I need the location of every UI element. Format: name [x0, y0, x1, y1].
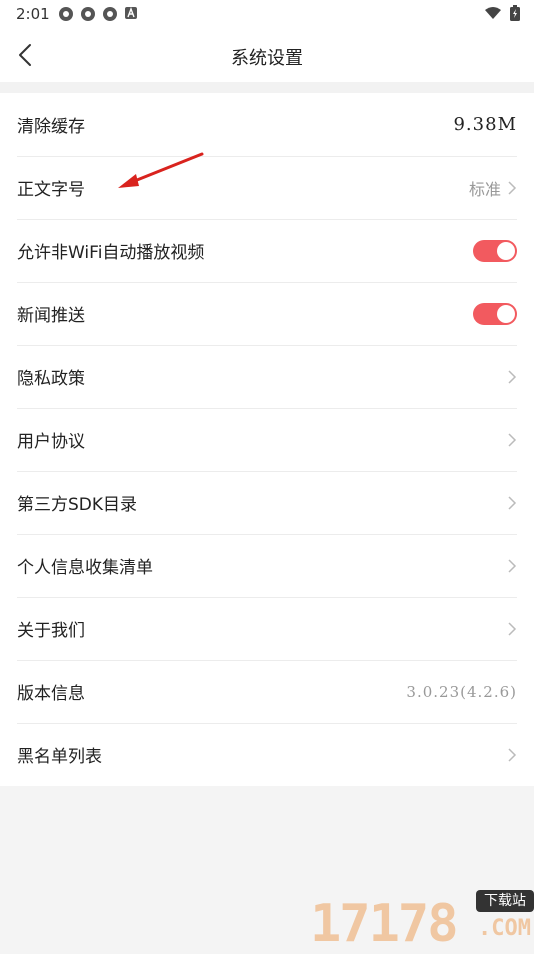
setting-label: 正文字号 [17, 180, 85, 200]
setting-right [473, 219, 517, 282]
chevron-right-icon [508, 747, 517, 762]
chevron-right-icon [508, 180, 517, 195]
setting-right [507, 408, 517, 471]
notification-icon [59, 7, 73, 21]
font-size-value: 标准 [468, 179, 501, 199]
chevron-right-icon [508, 369, 517, 384]
chevron-right-icon [508, 621, 517, 636]
watermark-logo: 17178 下载站 .COM [310, 888, 534, 954]
setting-label: 黑名单列表 [17, 747, 102, 767]
wifi-icon [485, 7, 501, 19]
watermark-digits: 17178 [310, 894, 459, 954]
setting-version: 版本信息 3.0.23(4.2.6) [17, 660, 517, 724]
chevron-right-icon [508, 432, 517, 447]
setting-right [507, 534, 517, 597]
version-value: 3.0.23(4.2.6) [406, 682, 517, 701]
chevron-right-icon [508, 558, 517, 573]
setting-about[interactable]: 关于我们 [17, 597, 517, 661]
watermark-suffix: .COM [478, 916, 531, 941]
setting-autoplay: 允许非WiFi自动播放视频 [17, 219, 517, 283]
setting-clear-cache[interactable]: 清除缓存 9.38M [17, 93, 517, 157]
setting-right: 9.38M [453, 93, 517, 156]
setting-label: 用户协议 [17, 432, 85, 452]
setting-label: 新闻推送 [17, 306, 85, 326]
setting-push: 新闻推送 [17, 282, 517, 346]
setting-label: 清除缓存 [17, 117, 85, 137]
battery-icon [510, 5, 520, 21]
setting-agreement[interactable]: 用户协议 [17, 408, 517, 472]
setting-right [473, 282, 517, 345]
setting-right: 标准 [469, 156, 517, 219]
settings-list: 清除缓存 9.38M 正文字号 标准 允许非WiFi自动播放视频 新闻推送 隐私… [0, 93, 534, 786]
status-bar: 2:01 [0, 0, 534, 28]
setting-right [507, 597, 517, 660]
cache-size-value: 9.38M [453, 114, 517, 135]
setting-label: 版本信息 [17, 684, 85, 704]
nav-bar: 系统设置 [0, 28, 534, 82]
setting-blacklist[interactable]: 黑名单列表 [17, 723, 517, 786]
status-left-icons [58, 6, 138, 22]
page-title: 系统设置 [231, 48, 303, 69]
setting-right [507, 723, 517, 786]
setting-sdk[interactable]: 第三方SDK目录 [17, 471, 517, 535]
setting-label: 个人信息收集清单 [17, 558, 153, 578]
setting-label: 隐私政策 [17, 369, 85, 389]
autoplay-toggle[interactable] [473, 239, 517, 262]
toggle-knob [497, 304, 515, 323]
status-right-icons [484, 5, 520, 21]
annotation-arrow-icon [118, 152, 204, 188]
section-divider [0, 82, 534, 93]
push-toggle[interactable] [473, 302, 517, 325]
a-badge-icon [125, 7, 137, 19]
setting-right: 3.0.23(4.2.6) [406, 660, 517, 723]
toggle-knob [497, 241, 515, 260]
chevron-right-icon [508, 495, 517, 510]
setting-label: 第三方SDK目录 [17, 495, 138, 515]
setting-font-size[interactable]: 正文字号 标准 [17, 156, 517, 220]
notification-icon [81, 7, 95, 21]
setting-right [507, 345, 517, 408]
setting-label: 允许非WiFi自动播放视频 [17, 243, 205, 263]
setting-right [507, 471, 517, 534]
status-time: 2:01 [16, 5, 50, 23]
notification-icon [103, 7, 117, 21]
setting-privacy[interactable]: 隐私政策 [17, 345, 517, 409]
watermark-tag: 下载站 [476, 890, 534, 912]
setting-info-list[interactable]: 个人信息收集清单 [17, 534, 517, 598]
setting-label: 关于我们 [17, 621, 85, 641]
